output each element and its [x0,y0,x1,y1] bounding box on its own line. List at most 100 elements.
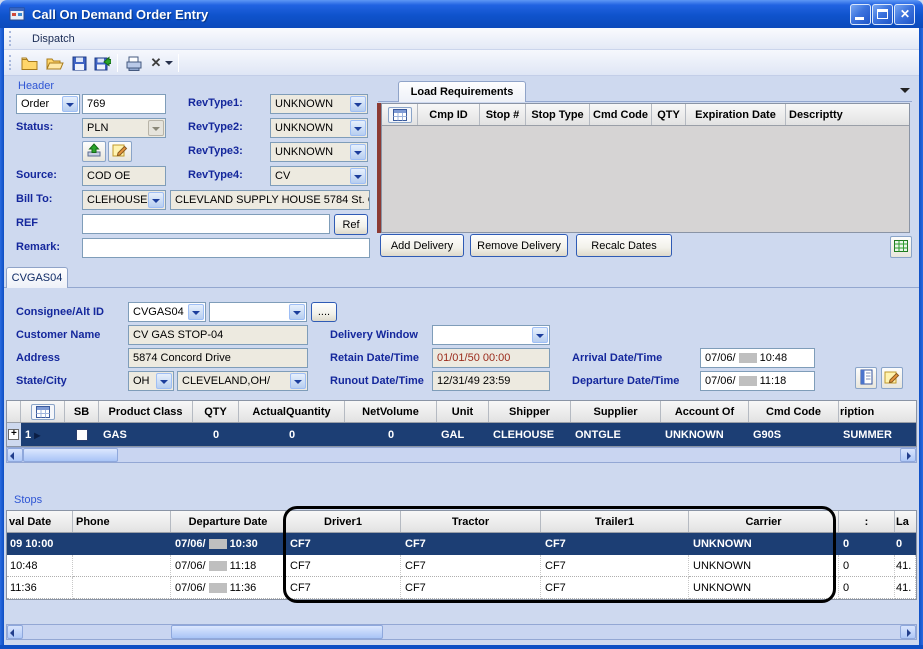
sb-checkbox[interactable] [76,429,88,441]
billto-combo[interactable]: CLEHOUSE [82,190,166,210]
col-stop-type[interactable]: Stop Type [526,104,590,125]
tab-cvgas04[interactable]: CVGAS04 [6,267,68,288]
state-combo[interactable]: OH [128,371,174,391]
col-stop-num[interactable]: Stop # [480,104,526,125]
city-combo[interactable]: CLEVELAND,OH/ [177,371,308,391]
scroll-left-arrow[interactable] [7,448,23,462]
col-phone[interactable]: Phone [73,511,171,532]
remark-input[interactable] [82,238,370,258]
col-account-of[interactable]: Account Of [661,401,749,422]
col-shipper[interactable]: Shipper [489,401,571,422]
col-trailer1[interactable]: Trailer1 [541,511,689,532]
col-cmp-id[interactable]: Cmp ID [418,104,480,125]
stops-row[interactable]: 10:48 07/06/11:18 CF7 CF7 CF7 UNKNOWN 0 … [7,555,916,577]
add-delivery-button[interactable]: Add Delivery [380,234,464,257]
col-lat[interactable]: La [895,511,916,532]
revtype3-combo[interactable]: UNKNOWN [270,142,368,162]
phone-cell [73,577,171,599]
scroll-right-arrow[interactable] [900,625,916,639]
scroll-right-arrow[interactable] [900,448,916,462]
products-scrollbar[interactable] [6,447,917,463]
close-button[interactable] [894,4,915,25]
chevron-down-icon[interactable] [156,373,172,389]
recalc-dates-button[interactable]: Recalc Dates [576,234,672,257]
departure-field[interactable]: 07/06/11:18 [700,371,815,391]
open-icon[interactable] [43,52,67,74]
remove-delivery-button[interactable]: Remove Delivery [470,234,568,257]
chevron-down-icon[interactable] [188,304,204,320]
col-description[interactable]: ription [839,401,916,422]
tractor-cell: CF7 [401,577,541,599]
grid-selector-cell[interactable] [21,401,65,422]
ledger-icon [859,369,874,388]
report-icon[interactable] [122,52,146,74]
scrollbar-thumb[interactable] [23,448,118,462]
alt-id-combo[interactable] [209,302,307,322]
col-arrival-date[interactable]: val Date [7,511,73,532]
col-qty[interactable]: QTY [193,401,239,422]
ellipsis-button[interactable]: .... [311,302,337,322]
col-product-class[interactable]: Product Class [99,401,193,422]
revtype4-combo[interactable]: CV [270,166,368,186]
arrival-field[interactable]: 07/06/10:48 [700,348,815,368]
col-departure-date[interactable]: Departure Date [171,511,286,532]
chevron-down-icon[interactable] [350,168,366,184]
col-sb[interactable]: SB [65,401,99,422]
col-cmd-code[interactable]: Cmd Code [590,104,652,125]
chevron-down-icon[interactable] [350,120,366,136]
col-driver1[interactable]: Driver1 [286,511,401,532]
chevron-down-icon[interactable] [350,96,366,112]
col-unit[interactable]: Unit [437,401,489,422]
scrollbar-thumb[interactable] [171,625,383,639]
stop-edit-button[interactable] [881,367,903,389]
col-net-volume[interactable]: NetVolume [345,401,437,422]
revtype2-combo[interactable]: UNKNOWN [270,118,368,138]
ref-button[interactable]: Ref [334,214,368,235]
col-misc[interactable]: : [839,511,895,532]
chevron-down-icon[interactable] [148,192,164,208]
order-number-input[interactable]: 769 [82,94,166,114]
grid-selector-icon[interactable] [388,107,412,123]
grid-selector-icon[interactable] [31,404,55,420]
col-actual-quantity[interactable]: ActualQuantity [239,401,345,422]
more-dropdown-icon[interactable] [162,52,176,74]
revtype1-combo[interactable]: UNKNOWN [270,94,368,114]
stops-scrollbar[interactable] [6,624,917,640]
stops-row[interactable]: 11:36 07/06/11:36 CF7 CF7 CF7 UNKNOWN 0 … [7,577,916,599]
release-button[interactable] [82,141,106,162]
col-description[interactable]: Descriptty [786,104,909,125]
col-carrier[interactable]: Carrier [689,511,839,532]
tab-load-requirements[interactable]: Load Requirements [398,81,526,102]
expand-icon[interactable] [8,429,19,440]
order-type-combo[interactable]: Order [16,94,80,114]
save-export-icon[interactable] [90,52,114,74]
maximize-button[interactable] [872,4,893,25]
chevron-down-icon[interactable] [532,327,548,343]
save-icon[interactable] [67,52,91,74]
products-row[interactable]: 1 GAS 0 0 0 GAL CLEHOUSE ONTGLE UNKNOWN … [7,423,916,446]
scroll-left-arrow[interactable] [7,625,23,639]
new-icon[interactable] [17,52,41,74]
stops-row[interactable]: 09 10:00 07/06/10:30 CF7 CF7 CF7 UNKNOWN… [7,533,916,555]
ref-input[interactable] [82,214,330,234]
consignee-combo[interactable]: CVGAS04 [128,302,206,322]
grid-view-button[interactable] [890,236,912,258]
menu-dispatch[interactable]: Dispatch [26,32,81,46]
col-cmd-code[interactable]: Cmd Code [749,401,839,422]
chevron-down-icon[interactable] [62,96,78,112]
chevron-down-icon[interactable] [350,144,366,160]
col-supplier[interactable]: Supplier [571,401,661,422]
revtype1-label: RevType1: [188,97,243,109]
col-tractor[interactable]: Tractor [401,511,541,532]
minimize-button[interactable] [850,4,871,25]
chevron-down-icon[interactable] [290,373,306,389]
delivery-window-combo[interactable] [432,325,550,345]
chevron-down-icon[interactable] [289,304,305,320]
grid-selector-cell[interactable] [382,104,418,125]
panel-options-chevron-icon[interactable] [900,88,910,98]
col-expiration-date[interactable]: Expiration Date [686,104,786,125]
notes-button[interactable] [108,141,132,162]
col-qty[interactable]: QTY [652,104,686,125]
stop-report-button[interactable] [855,367,877,389]
header-section-label: Header [18,80,54,92]
